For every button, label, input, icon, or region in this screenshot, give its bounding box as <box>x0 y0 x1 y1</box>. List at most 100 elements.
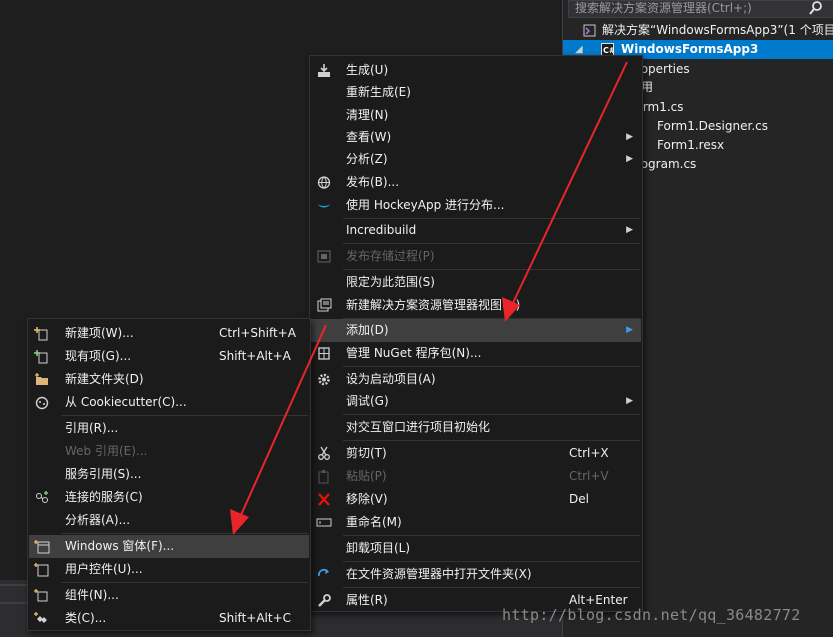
menu-shortcut: Ctrl+Shift+A <box>219 326 296 340</box>
menu-item-unload-project[interactable]: 卸载项目(L) <box>311 537 641 560</box>
menu-item-class[interactable]: 类(C)... Shift+Alt+C <box>29 607 309 630</box>
submenu-arrow-icon: ▶ <box>626 132 633 142</box>
tree-item-solution[interactable]: 解决方案“WindowsFormsApp3”(1 个项目 <box>563 21 833 40</box>
menu-item-add[interactable]: 添加(D) ▶ <box>311 319 641 342</box>
menu-separator <box>343 535 640 536</box>
menu-item-new-explorer-view[interactable]: 新建解决方案资源管理器视图(N) <box>311 294 641 317</box>
menu-separator <box>343 243 640 244</box>
menu-item-service-reference[interactable]: 服务引用(S)... <box>29 463 309 486</box>
wrench-icon <box>318 594 331 607</box>
tree-label: Form1.resx <box>657 138 725 152</box>
existing-item-icon <box>34 350 48 364</box>
menu-shortcut: Shift+Alt+A <box>219 349 291 363</box>
tree-label: 解决方案“WindowsFormsApp3”(1 个项目 <box>602 23 833 37</box>
menu-item-open-in-explorer[interactable]: 在文件资源管理器中打开文件夹(X) <box>311 563 641 586</box>
menu-separator <box>343 561 640 562</box>
menu-item-remove[interactable]: 移除(V) Del <box>311 488 641 511</box>
menu-label: Windows 窗体(F)... <box>65 539 175 553</box>
paste-icon <box>318 470 329 484</box>
menu-label: 从 Cookiecutter(C)... <box>65 395 187 409</box>
menu-label: 组件(N)... <box>65 588 119 602</box>
menu-item-new-folder[interactable]: 新建文件夹(D) <box>29 368 309 391</box>
tree-label: Form1.Designer.cs <box>657 119 768 133</box>
menu-item-set-startup[interactable]: 设为启动项目(A) <box>311 368 641 391</box>
menu-label: 新建项(W)... <box>65 326 134 340</box>
menu-label: 粘贴(P) <box>346 469 387 483</box>
menu-label: 限定为此范围(S) <box>346 275 435 289</box>
menu-item-windows-form[interactable]: Windows 窗体(F)... <box>29 535 309 558</box>
menu-item-cut[interactable]: 剪切(T) Ctrl+X <box>311 442 641 465</box>
solution-explorer-search[interactable]: 搜索解决方案资源管理器(Ctrl+;) <box>568 0 833 18</box>
menu-label: 生成(U) <box>346 63 389 77</box>
menu-item-component[interactable]: 组件(N)... <box>29 584 309 607</box>
menu-label: 剪切(T) <box>346 446 387 460</box>
menu-label: 使用 HockeyApp 进行分布... <box>346 198 505 212</box>
remove-x-icon <box>318 493 330 506</box>
menu-label: 分析(Z) <box>346 152 388 166</box>
menu-item-incredibuild[interactable]: Incredibuild ▶ <box>311 219 641 242</box>
rename-icon <box>316 518 332 527</box>
menu-item-publish-stored-procedure[interactable]: 发布存储过程(P) <box>311 245 641 268</box>
component-icon <box>34 589 48 602</box>
submenu-arrow-icon: ▶ <box>626 225 633 235</box>
menu-label: 类(C)... <box>65 611 107 625</box>
add-submenu: 新建项(W)... Ctrl+Shift+A 现有项(G)... Shift+A… <box>27 318 311 631</box>
watermark: http://blog.csdn.net/qq_36482772 <box>502 606 801 624</box>
refresh-arrow-icon <box>317 568 329 577</box>
menu-item-analyze[interactable]: 分析(Z) ▶ <box>311 148 641 171</box>
menu-item-rebuild[interactable]: 重新生成(E) <box>311 81 641 104</box>
menu-item-rename[interactable]: 重命名(M) <box>311 511 641 534</box>
menu-item-scope-to-this[interactable]: 限定为此范围(S) <box>311 271 641 294</box>
menu-item-debug[interactable]: 调试(G) ▶ <box>311 390 641 413</box>
menu-item-connected-service[interactable]: 连接的服务(C) <box>29 486 309 509</box>
submenu-arrow-icon: ▶ <box>626 325 633 335</box>
cookiecutter-icon <box>35 396 49 410</box>
menu-item-paste[interactable]: 粘贴(P) Ctrl+V <box>311 465 641 488</box>
menu-item-user-control[interactable]: 用户控件(U)... <box>29 558 309 581</box>
menu-label: 连接的服务(C) <box>65 490 143 504</box>
menu-label: 引用(R)... <box>65 421 119 435</box>
menu-separator <box>61 582 308 583</box>
menu-separator <box>343 440 640 441</box>
menu-item-init-interactive[interactable]: 对交互窗口进行项目初始化 <box>311 416 641 439</box>
menu-separator <box>61 415 308 416</box>
menu-label: 新建文件夹(D) <box>65 372 144 386</box>
menu-label: 调试(G) <box>346 394 389 408</box>
menu-label: 分析器(A)... <box>65 513 131 527</box>
menu-label: 重命名(M) <box>346 515 402 529</box>
menu-item-hockeyapp[interactable]: 使用 HockeyApp 进行分布... <box>311 194 641 217</box>
search-icon[interactable] <box>809 0 823 16</box>
menu-item-existing-item[interactable]: 现有项(G)... Shift+Alt+A <box>29 345 309 368</box>
menu-shortcut: Del <box>569 492 589 506</box>
search-placeholder: 搜索解决方案资源管理器(Ctrl+;) <box>575 1 752 15</box>
user-control-icon <box>34 563 49 577</box>
scissors-icon <box>318 446 330 460</box>
menu-item-new-item[interactable]: 新建项(W)... Ctrl+Shift+A <box>29 322 309 345</box>
menu-item-publish[interactable]: 发布(B)... <box>311 171 641 194</box>
menu-label: 重新生成(E) <box>346 85 411 99</box>
menu-item-manage-nuget[interactable]: 管理 NuGet 程序包(N)... <box>311 342 641 365</box>
menu-label: 新建解决方案资源管理器视图(N) <box>346 298 521 312</box>
class-icon <box>34 612 47 623</box>
menu-item-reference[interactable]: 引用(R)... <box>29 417 309 440</box>
stored-procedure-icon <box>317 250 331 263</box>
menu-label: 移除(V) <box>346 492 388 506</box>
menu-item-cookiecutter[interactable]: 从 Cookiecutter(C)... <box>29 391 309 414</box>
menu-label: 查看(W) <box>346 130 392 144</box>
build-icon <box>318 64 330 77</box>
menu-label: 服务引用(S)... <box>65 467 142 481</box>
menu-label: 发布存储过程(P) <box>346 249 435 263</box>
menu-item-web-reference[interactable]: Web 引用(E)... <box>29 440 309 463</box>
solution-icon <box>583 24 596 37</box>
menu-item-build[interactable]: 生成(U) <box>311 59 641 82</box>
menu-separator <box>343 414 640 415</box>
menu-label: 用户控件(U)... <box>65 562 143 576</box>
menu-label: 对交互窗口进行项目初始化 <box>346 420 491 434</box>
menu-item-view[interactable]: 查看(W) ▶ <box>311 126 641 149</box>
menu-label: 卸载项目(L) <box>346 541 411 555</box>
menu-item-analyzer[interactable]: 分析器(A)... <box>29 509 309 532</box>
menu-item-clean[interactable]: 清理(N) <box>311 104 641 127</box>
connected-service-icon <box>36 491 48 503</box>
nuget-icon <box>318 347 330 360</box>
menu-label: 管理 NuGet 程序包(N)... <box>346 346 482 360</box>
